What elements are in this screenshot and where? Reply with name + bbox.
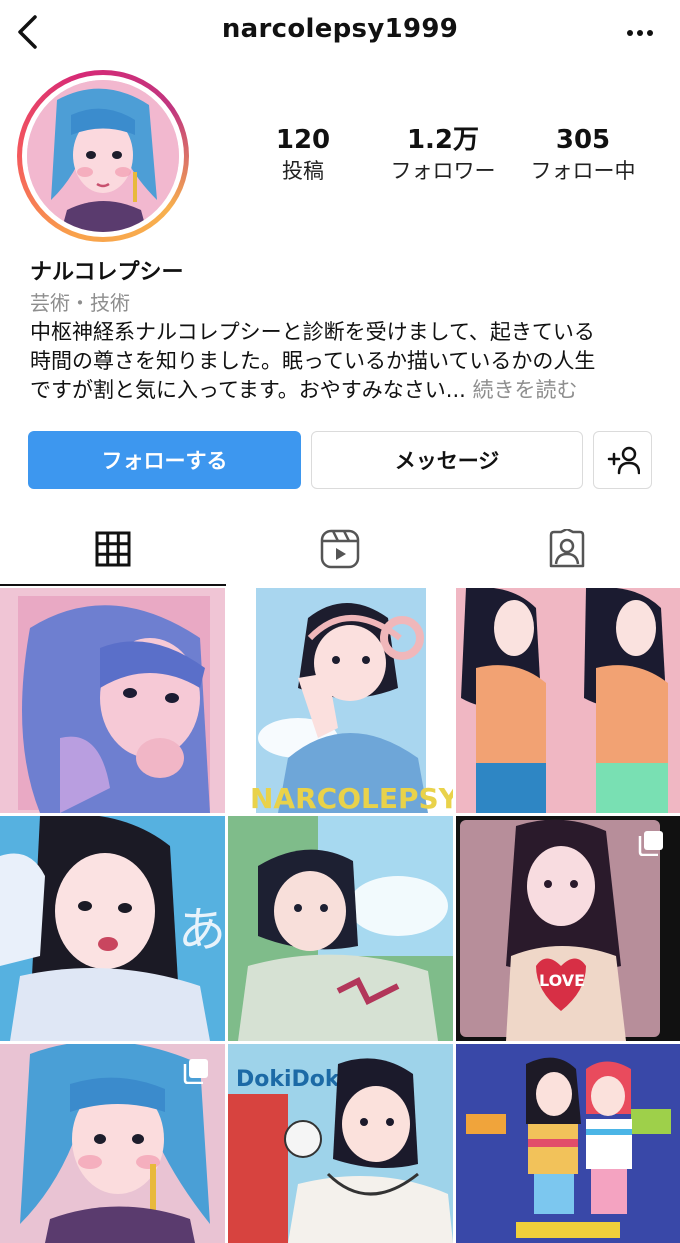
bio-line: ですが割と気に入ってます。おやすみなさい... 続きを読む bbox=[30, 376, 660, 405]
post-thumbnail[interactable] bbox=[456, 1044, 680, 1243]
multi-post-icon bbox=[183, 1058, 209, 1085]
profile-username: narcolepsy1999 bbox=[221, 14, 459, 44]
reels-icon bbox=[320, 529, 360, 569]
tab-posts-grid[interactable] bbox=[0, 512, 226, 586]
profile-category: 芸術・技術 bbox=[30, 291, 130, 315]
multi-post-icon bbox=[638, 830, 664, 857]
posts-count-label: 投稿 bbox=[282, 159, 324, 183]
post-text: LOVE bbox=[539, 971, 585, 990]
post-thumbnail[interactable] bbox=[0, 588, 225, 813]
followers-count[interactable]: 1.2万 フォロワー bbox=[368, 124, 518, 186]
followers-count-label: フォロワー bbox=[390, 159, 496, 183]
post-text: あ bbox=[178, 902, 225, 958]
tagged-icon bbox=[549, 529, 585, 568]
posts-count[interactable]: 120 投稿 bbox=[228, 124, 378, 186]
bio-line: 時間の尊さを知りました。眠っているか描いているかの人生 bbox=[30, 349, 596, 373]
story-ring[interactable] bbox=[17, 70, 189, 242]
bio-line: 中枢神経系ナルコレプシーと診断を受けまして、起きている bbox=[30, 320, 595, 344]
avatar bbox=[27, 80, 179, 232]
posts-grid: NARCOLEPSY あ LOVE DokiDoki bbox=[0, 588, 680, 1243]
bio-line-text: ですが割と気に入ってます。おやすみなさい... bbox=[30, 378, 466, 402]
profile-tabs bbox=[0, 512, 680, 586]
post-thumbnail[interactable]: あ bbox=[0, 816, 225, 1041]
following-count-value: 305 bbox=[555, 125, 611, 155]
post-thumbnail[interactable]: NARCOLEPSY bbox=[228, 588, 453, 813]
tab-tagged[interactable] bbox=[454, 512, 680, 586]
followers-count-value: 1.2万 bbox=[406, 125, 480, 155]
post-thumbnail[interactable] bbox=[0, 1044, 225, 1243]
more-options-icon[interactable] bbox=[622, 18, 658, 48]
tab-reels[interactable] bbox=[227, 512, 453, 586]
top-bar: narcolepsy1999 bbox=[0, 0, 680, 66]
active-tab-indicator bbox=[0, 584, 226, 586]
profile-bio: 中枢神経系ナルコレプシーと診断を受けまして、起きている 時間の尊さを知りました。… bbox=[30, 318, 660, 405]
post-text: DokiDoki bbox=[236, 1067, 347, 1092]
grid-icon bbox=[95, 531, 131, 567]
post-thumbnail[interactable] bbox=[456, 588, 680, 813]
add-person-icon bbox=[607, 446, 640, 475]
post-thumbnail[interactable] bbox=[228, 816, 453, 1041]
post-text: NARCOLEPSY bbox=[250, 782, 453, 813]
following-count-label: フォロー中 bbox=[530, 159, 636, 183]
post-thumbnail[interactable]: DokiDoki bbox=[228, 1044, 453, 1243]
post-thumbnail[interactable]: LOVE bbox=[456, 816, 680, 1041]
follow-button[interactable]: フォローする bbox=[28, 431, 301, 489]
suggest-users-button[interactable] bbox=[593, 431, 652, 489]
message-button[interactable]: メッセージ bbox=[311, 431, 583, 489]
posts-count-value: 120 bbox=[275, 125, 331, 155]
read-more-link[interactable]: 続きを読む bbox=[473, 378, 578, 402]
display-name: ナルコレプシー bbox=[30, 260, 184, 285]
following-count[interactable]: 305 フォロー中 bbox=[508, 124, 658, 186]
